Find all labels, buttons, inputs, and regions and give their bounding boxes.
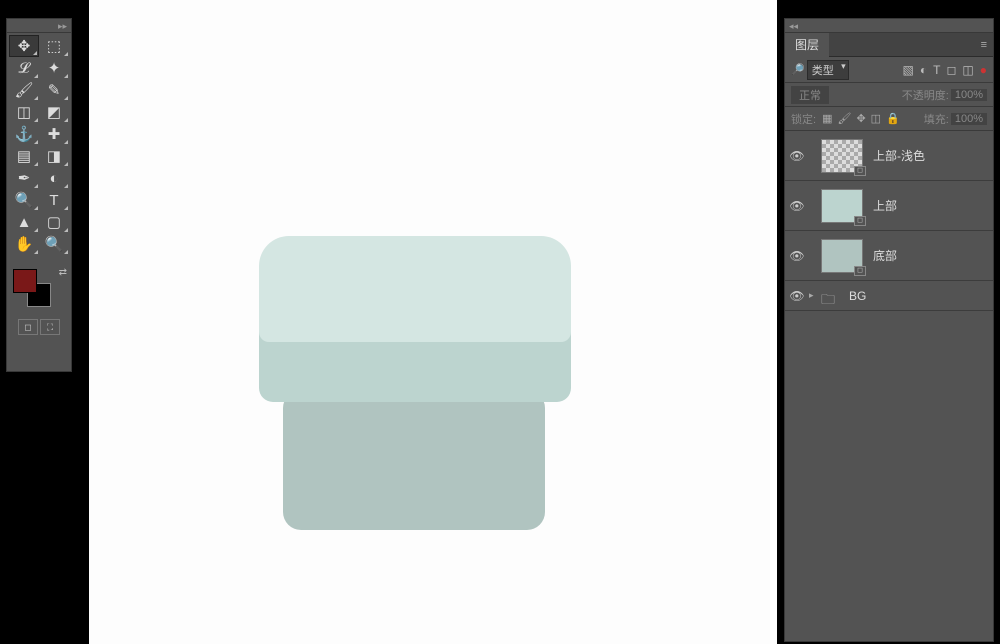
color-swatches: ⇄	[7, 265, 71, 317]
visibility-toggle[interactable]: 👁	[785, 249, 809, 263]
layers-panel-header[interactable]: ◂◂	[785, 19, 993, 33]
filter-search: 🔎 类型	[791, 60, 849, 80]
document-canvas[interactable]	[89, 0, 777, 644]
type-tool[interactable]: T	[39, 189, 69, 211]
lock-position-icon[interactable]: ✥	[856, 112, 865, 125]
move-tool[interactable]: ✥	[9, 35, 39, 57]
layers-panel: ◂◂ 图层 ≡ 🔎 类型 ▧ ◐ T ◻ ◫ ● 正常 不透明度: 100% 锁…	[784, 18, 994, 642]
opacity-value[interactable]: 100%	[951, 89, 987, 101]
visibility-toggle[interactable]: 👁	[785, 149, 809, 163]
layer-filter-row: 🔎 类型 ▧ ◐ T ◻ ◫ ●	[785, 57, 993, 83]
blend-row: 正常 不透明度: 100%	[785, 83, 993, 107]
layers-list: 👁 ◻ 上部-浅色 👁 ◻ 上部 👁 ◻ 底部	[785, 131, 993, 641]
layer-row[interactable]: 👁 ◻ 上部-浅色	[785, 131, 993, 181]
shape-tool[interactable]: ▢	[39, 211, 69, 233]
layer-name-label[interactable]: 上部	[873, 197, 897, 214]
lock-transparency-icon[interactable]: ▦	[822, 112, 832, 125]
layer-row[interactable]: 👁 ◻ 底部	[785, 231, 993, 281]
blur-tool[interactable]: ◐	[39, 167, 69, 189]
gradient-tool[interactable]: ▤	[9, 145, 39, 167]
pen-tool[interactable]: ✒	[9, 167, 39, 189]
layer-name-label[interactable]: 上部-浅色	[873, 147, 925, 164]
tool-grid: ✥ ⬚ 𝓛 ✦ 🖌 ✎ ◫ ◩ ⚓ ✚ ▤ ◨ ✒ ◐ 🔍 T ▲ ▢ ✋ 🔍	[7, 33, 71, 257]
visibility-toggle[interactable]: 👁	[785, 289, 809, 303]
brush-tool[interactable]: 🖌	[9, 79, 39, 101]
quick-mask-button[interactable]: ◻	[18, 319, 38, 335]
artwork-top-light-shape	[259, 236, 571, 342]
filter-toggle-icon[interactable]: ●	[980, 63, 987, 77]
fill-label: 填充:	[924, 111, 949, 127]
magic-wand-tool[interactable]: ✦	[39, 57, 69, 79]
shape-badge-icon: ◻	[854, 216, 866, 226]
layer-row[interactable]: 👁 ▸ 🗀 BG	[785, 281, 993, 311]
collapse-panel-icon[interactable]: ◂◂	[789, 21, 798, 32]
layer-row[interactable]: 👁 ◻ 上部	[785, 181, 993, 231]
healing-tool[interactable]: ✚	[39, 123, 69, 145]
artwork-bottom-shape	[283, 390, 545, 530]
tab-layers[interactable]: 图层	[785, 32, 829, 57]
filter-kind-icons: ▧ ◐ T ◻ ◫ ●	[903, 63, 988, 77]
panel-menu-icon[interactable]: ≡	[975, 39, 993, 51]
toolbox-footer: ◻ ⛶	[7, 317, 71, 337]
shape-badge-icon: ◻	[854, 266, 866, 276]
eyedropper-tool[interactable]: ✎	[39, 79, 69, 101]
layer-name-label[interactable]: BG	[849, 289, 866, 303]
fill-value[interactable]: 100%	[951, 113, 987, 125]
path-select-tool[interactable]: ▲	[9, 211, 39, 233]
blend-mode-dropdown[interactable]: 正常	[791, 86, 829, 104]
filter-shape-icon[interactable]: ◻	[946, 63, 956, 77]
lasso-tool[interactable]: 𝓛	[9, 57, 39, 79]
marquee-tool[interactable]: ⬚	[39, 35, 69, 57]
layer-name-label[interactable]: 底部	[873, 247, 897, 264]
slice-tool[interactable]: ◩	[39, 101, 69, 123]
dodge-tool[interactable]: 🔍	[9, 189, 39, 211]
search-icon: 🔎	[791, 63, 805, 76]
filter-type-icon[interactable]: T	[933, 63, 940, 77]
panel-tabs: 图层 ≡	[785, 33, 993, 57]
screen-mode-button[interactable]: ⛶	[40, 319, 60, 335]
lock-pixels-icon[interactable]: 🖌	[837, 112, 851, 125]
filter-smart-icon[interactable]: ◫	[962, 63, 973, 77]
stamp-tool[interactable]: ⚓	[9, 123, 39, 145]
tool-panel: ▸▸ ✥ ⬚ 𝓛 ✦ 🖌 ✎ ◫ ◩ ⚓ ✚ ▤ ◨ ✒ ◐ 🔍 T ▲ ▢ ✋…	[6, 18, 72, 372]
foreground-color-swatch[interactable]	[13, 269, 37, 293]
filter-type-dropdown[interactable]: 类型	[807, 60, 849, 80]
filter-adjust-icon[interactable]: ◐	[920, 63, 927, 77]
zoom-tool[interactable]: 🔍	[39, 233, 69, 255]
lock-label: 锁定:	[791, 111, 816, 127]
folder-icon: 🗀	[821, 289, 839, 303]
shape-badge-icon: ◻	[854, 166, 866, 176]
swap-colors-icon[interactable]: ⇄	[59, 267, 67, 278]
lock-row: 锁定: ▦ 🖌 ✥ ◫ 🔒 填充: 100%	[785, 107, 993, 131]
filter-pixel-icon[interactable]: ▧	[903, 63, 914, 77]
expand-toggle[interactable]: ▸	[809, 290, 821, 301]
workspace	[72, 0, 784, 644]
visibility-toggle[interactable]: 👁	[785, 199, 809, 213]
opacity-label: 不透明度:	[902, 87, 949, 103]
eraser-tool[interactable]: ◨	[39, 145, 69, 167]
lock-all-icon[interactable]: 🔒	[886, 112, 900, 125]
crop-tool[interactable]: ◫	[9, 101, 39, 123]
collapse-panel-icon[interactable]: ▸▸	[58, 21, 67, 32]
tool-panel-header[interactable]: ▸▸	[7, 19, 71, 33]
hand-tool[interactable]: ✋	[9, 233, 39, 255]
lock-artboard-icon[interactable]: ◫	[871, 112, 881, 125]
